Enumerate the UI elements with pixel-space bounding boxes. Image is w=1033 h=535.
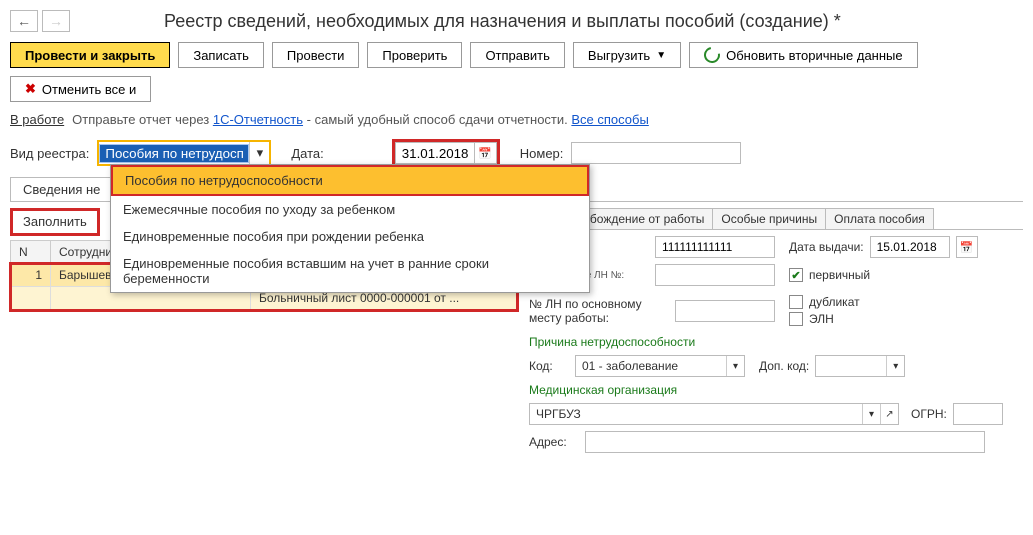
code-label: Код: xyxy=(529,359,569,373)
chevron-down-icon[interactable]: ▾ xyxy=(862,404,880,424)
refresh-secondary-label: Обновить вторичные данные xyxy=(726,48,903,63)
cancel-all-button[interactable]: Отменить все и xyxy=(10,76,151,102)
cell-n xyxy=(11,287,51,310)
dropdown-item-onetime-birth[interactable]: Единовременные пособия при рождении ребе… xyxy=(111,223,589,250)
medorg-section-title: Медицинская организация xyxy=(529,383,1023,397)
refresh-secondary-button[interactable]: Обновить вторичные данные xyxy=(689,42,918,68)
date-field-wrap: 📅 xyxy=(392,139,500,167)
medorg-value: ЧРГБУЗ xyxy=(530,407,862,421)
nav-forward-button[interactable]: → xyxy=(42,10,70,32)
date-label: Дата: xyxy=(291,146,323,161)
code-combo[interactable]: 01 - заболевание ▾ xyxy=(575,355,745,377)
open-icon[interactable]: ↗ xyxy=(880,404,898,424)
reason-section-title: Причина нетрудоспособности xyxy=(529,335,1023,349)
tab-inner-payment[interactable]: Оплата пособия xyxy=(825,208,934,229)
export-button[interactable]: Выгрузить ▼ xyxy=(573,42,681,68)
number-label: Номер: xyxy=(520,146,564,161)
fill-button[interactable]: Заполнить xyxy=(10,208,100,236)
registry-kind-label: Вид реестра: xyxy=(10,146,89,161)
page-title: Реестр сведений, необходимых для назначе… xyxy=(164,11,841,32)
calendar-icon[interactable]: 📅 xyxy=(475,142,497,164)
status-note-1: Отправьте отчет через xyxy=(72,112,213,127)
check-button[interactable]: Проверить xyxy=(367,42,462,68)
address-input[interactable] xyxy=(585,431,985,453)
address-label: Адрес: xyxy=(529,435,579,449)
dropdown-item-monthly-childcare[interactable]: Ежемесячные пособия по уходу за ребенком xyxy=(111,196,589,223)
registry-kind-dropdown: Пособия по нетрудоспособности Ежемесячны… xyxy=(110,164,590,293)
post-button[interactable]: Провести xyxy=(272,42,360,68)
write-button[interactable]: Записать xyxy=(178,42,264,68)
link-all-methods[interactable]: Все способы xyxy=(571,112,648,127)
checkbox-eln[interactable] xyxy=(789,312,803,326)
tab-info[interactable]: Сведения не xyxy=(10,177,113,201)
status-note-2: - самый удобный способ сдачи отчетности. xyxy=(307,112,572,127)
checkbox-duplicate[interactable] xyxy=(789,295,803,309)
ln-main-label: № ЛН по основному месту работы: xyxy=(529,297,669,325)
link-1c-reporting[interactable]: 1С-Отчетность xyxy=(213,112,303,127)
checkbox-eln-label: ЭЛН xyxy=(809,312,834,326)
cancel-all-label: Отменить все и xyxy=(42,82,136,97)
number-input[interactable] xyxy=(571,142,741,164)
send-button[interactable]: Отправить xyxy=(470,42,564,68)
issue-date-input[interactable] xyxy=(870,236,950,258)
chevron-down-icon: ▼ xyxy=(656,50,666,61)
cell-n: 1 xyxy=(11,264,51,287)
chevron-down-icon[interactable]: ▾ xyxy=(249,142,269,164)
col-n: N xyxy=(11,241,51,264)
tab-inner-special[interactable]: Особые причины xyxy=(712,208,826,229)
registry-kind-input[interactable] xyxy=(99,144,249,163)
status-label[interactable]: В работе xyxy=(10,112,64,127)
continuation-input[interactable] xyxy=(655,264,775,286)
registry-kind-combo[interactable]: ▾ xyxy=(97,140,271,166)
chevron-down-icon[interactable]: ▾ xyxy=(886,356,904,376)
code-value: 01 - заболевание xyxy=(576,359,726,373)
dropdown-item-onetime-early-preg[interactable]: Единовременные пособия вставшим на учет … xyxy=(111,250,589,292)
medorg-combo[interactable]: ЧРГБУЗ ▾ ↗ xyxy=(529,403,899,425)
checkbox-duplicate-label: дубликат xyxy=(809,295,860,309)
issue-date-label: Дата выдачи: xyxy=(789,240,864,254)
ogrn-input[interactable] xyxy=(953,403,1003,425)
post-and-close-button[interactable]: Провести и закрыть xyxy=(10,42,170,68)
date-input[interactable] xyxy=(395,142,475,164)
checkbox-primary[interactable]: ✔ xyxy=(789,268,803,282)
nav-back-button[interactable]: ← xyxy=(10,10,38,32)
ln-input[interactable] xyxy=(655,236,775,258)
dop-code-combo[interactable]: ▾ xyxy=(815,355,905,377)
calendar-icon[interactable]: 📅 xyxy=(956,236,978,258)
ln-main-input[interactable] xyxy=(675,300,775,322)
checkbox-primary-label: первичный xyxy=(809,268,870,282)
dop-code-label: Доп. код: xyxy=(759,359,809,373)
dropdown-item-disability[interactable]: Пособия по нетрудоспособности xyxy=(111,165,589,196)
ogrn-label: ОГРН: xyxy=(911,407,947,421)
chevron-down-icon[interactable]: ▾ xyxy=(726,356,744,376)
export-label: Выгрузить xyxy=(588,48,650,63)
